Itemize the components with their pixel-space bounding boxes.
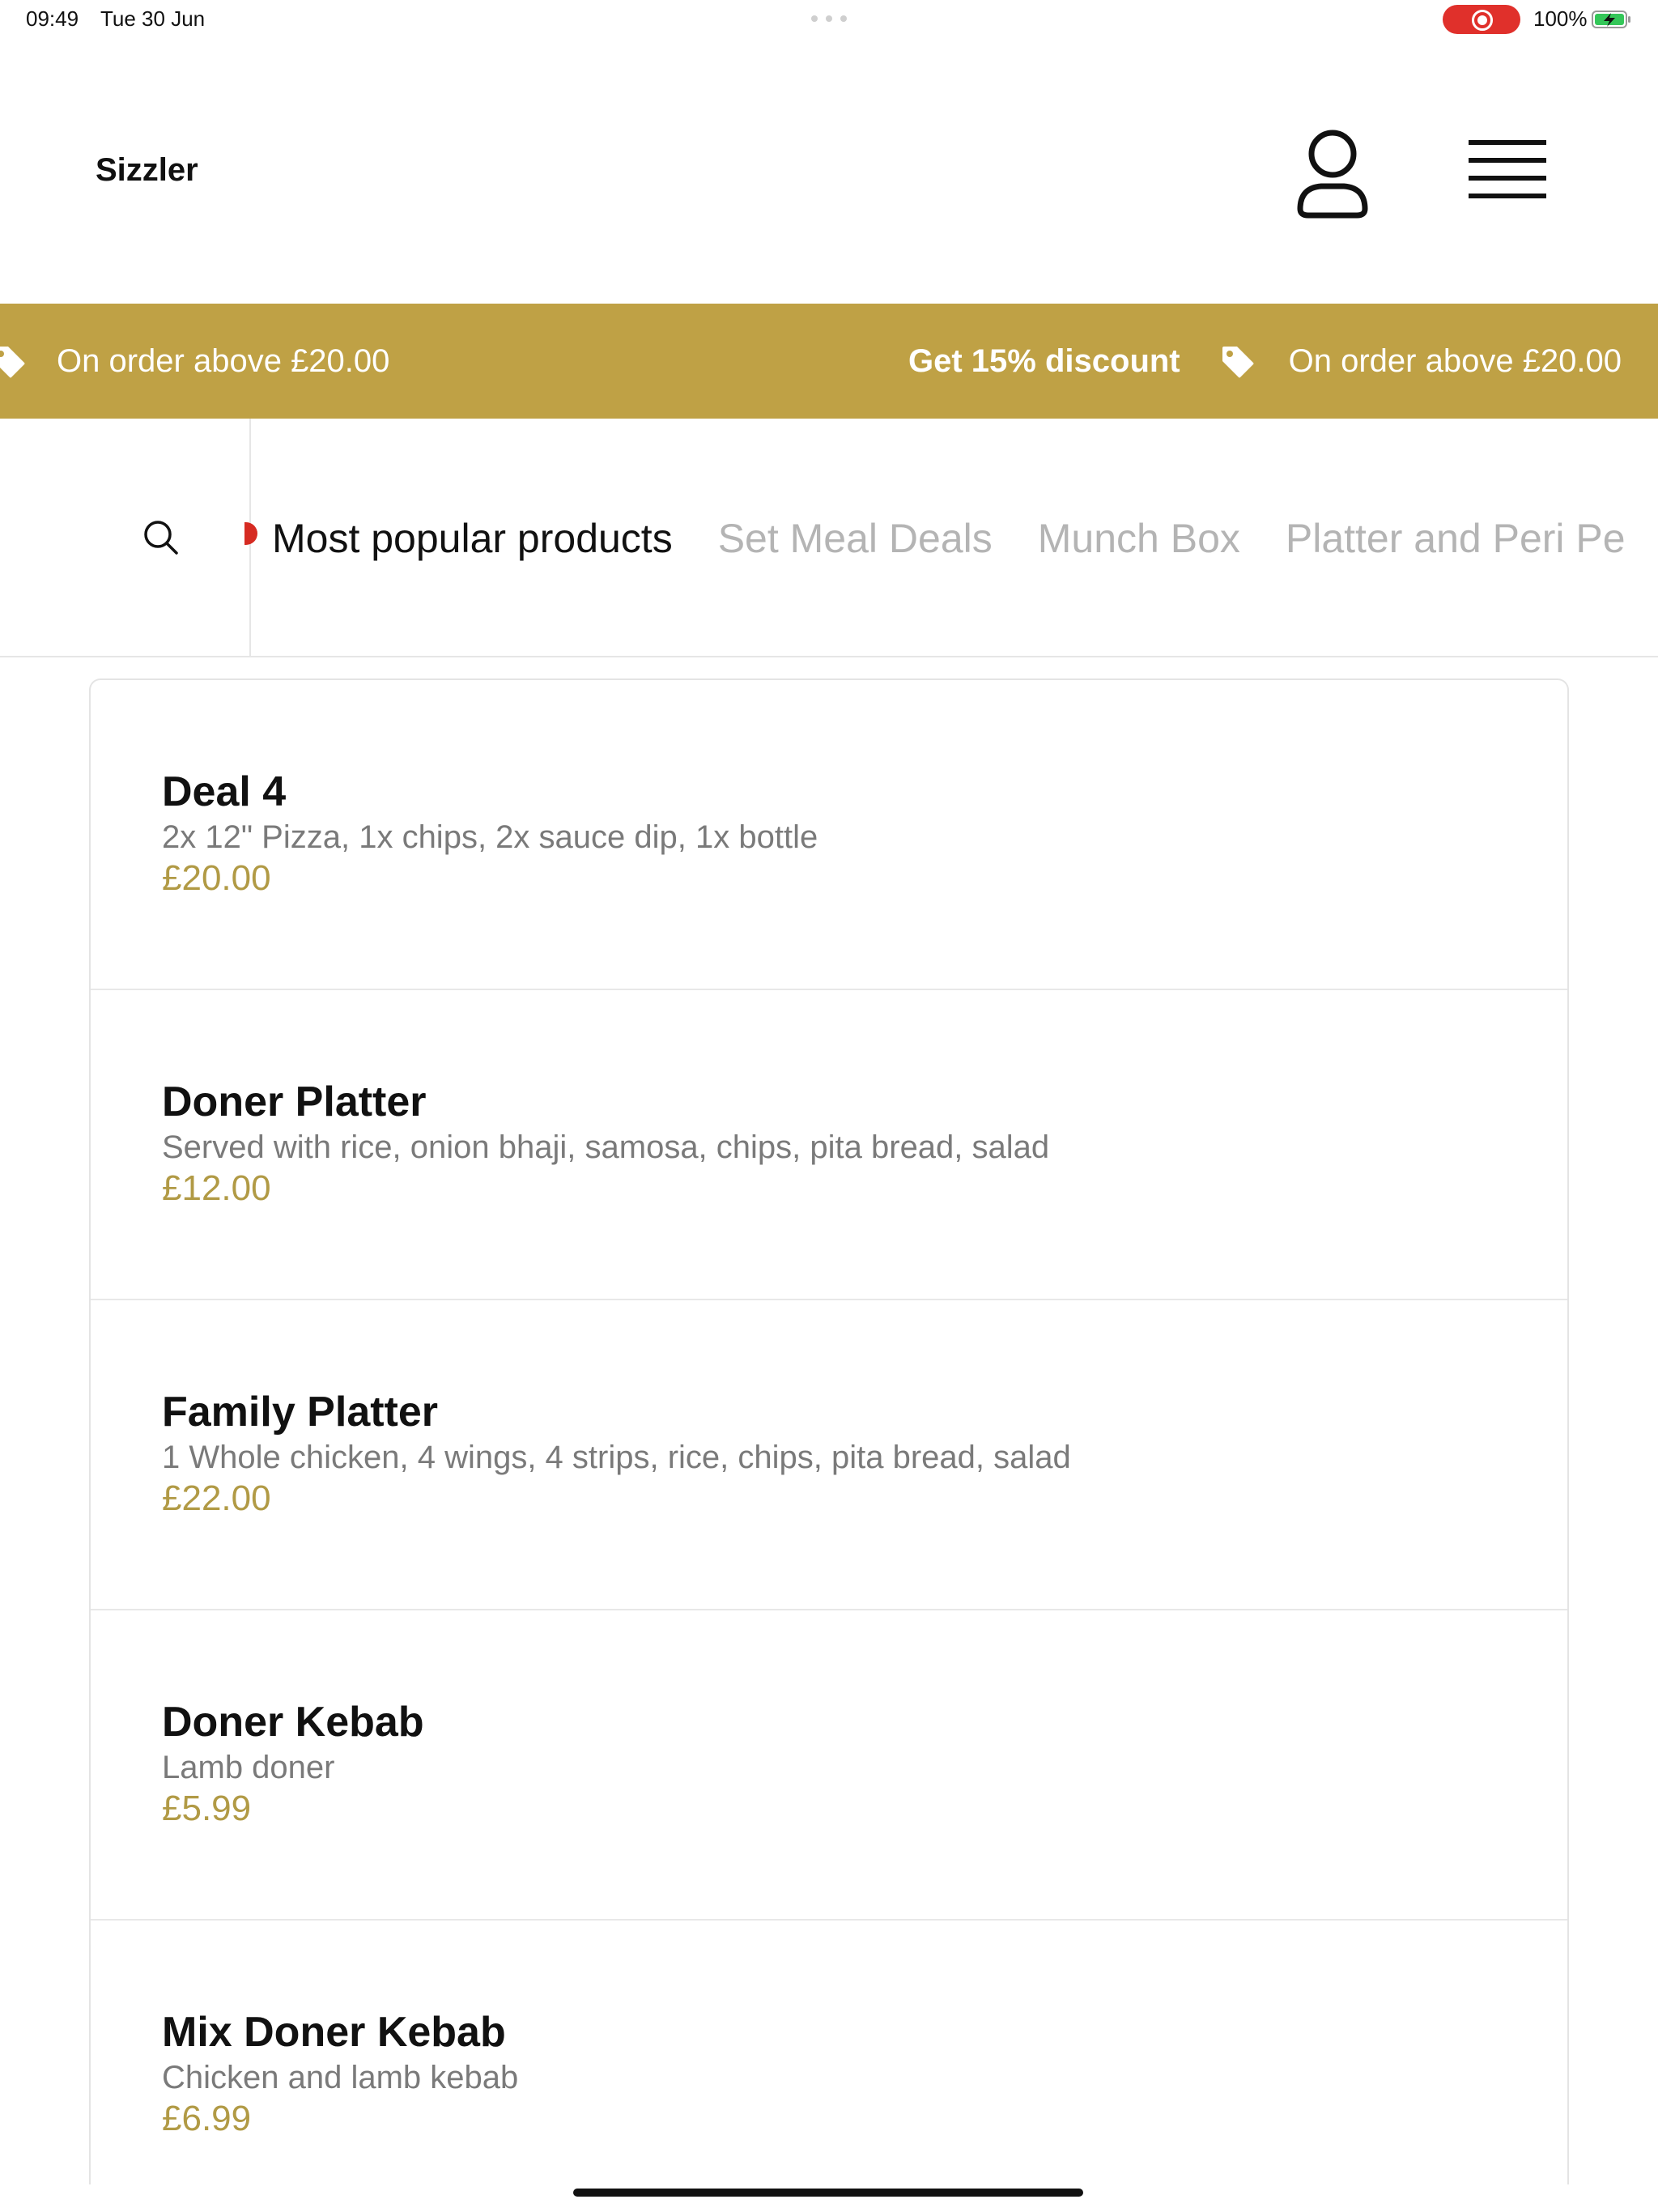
product-name: Doner Kebab <box>162 1699 424 1746</box>
product-list: Deal 4 2x 12" Pizza, 1x chips, 2x sauce … <box>89 678 1569 2184</box>
product-description: Chicken and lamb kebab <box>162 2060 519 2095</box>
tab-platter-and-peri-peri[interactable]: Platter and Peri Pe <box>1286 515 1626 562</box>
multitasking-dots-icon[interactable] <box>811 15 847 22</box>
product-description: 2x 12" Pizza, 1x chips, 2x sauce dip, 1x… <box>162 819 818 855</box>
home-indicator[interactable] <box>573 2189 1083 2197</box>
tab-munch-box[interactable]: Munch Box <box>1038 515 1240 562</box>
product-name: Doner Platter <box>162 1078 427 1125</box>
page: 09:49 Tue 30 Jun 100% Sizzler On order a… <box>0 0 1658 2212</box>
product-card[interactable]: Deal 4 2x 12" Pizza, 1x chips, 2x sauce … <box>91 680 1567 990</box>
price-tag-icon <box>0 347 25 378</box>
promo-left-text: On order above £20.00 <box>57 342 390 379</box>
account-button[interactable] <box>1292 125 1373 222</box>
tab-set-meal-deals[interactable]: Set Meal Deals <box>718 515 993 562</box>
product-description: Lamb doner <box>162 1750 335 1785</box>
promo-middle-text: Get 15% discount <box>908 342 1180 379</box>
person-outline-icon <box>1297 130 1368 219</box>
app-header: Sizzler <box>0 39 1658 304</box>
product-price: £6.99 <box>162 2099 252 2138</box>
status-time: 09:49 <box>26 6 79 31</box>
product-price: £5.99 <box>162 1789 252 1828</box>
product-price: £22.00 <box>162 1478 271 1518</box>
product-name: Mix Doner Kebab <box>162 2009 506 2056</box>
battery-charging-icon <box>1592 11 1630 28</box>
search-icon <box>144 521 178 555</box>
price-tag-icon <box>1222 347 1254 378</box>
product-price: £12.00 <box>162 1168 271 1208</box>
product-card[interactable]: Doner Platter Served with rice, onion bh… <box>91 990 1567 1300</box>
promo-right-text: On order above £20.00 <box>1288 342 1622 379</box>
product-name: Deal 4 <box>162 768 287 815</box>
promo-item-left: On order above £20.00 <box>0 304 389 419</box>
search-button[interactable] <box>0 419 251 656</box>
product-card[interactable]: Mix Doner Kebab Chicken and lamb kebab £… <box>91 1921 1567 2184</box>
status-bar: 09:49 Tue 30 Jun 100% <box>0 0 1658 39</box>
tab-most-popular-products[interactable]: Most popular products <box>272 515 673 562</box>
product-card[interactable]: Doner Kebab Lamb doner £5.99 <box>91 1610 1567 1921</box>
status-date: Tue 30 Jun <box>100 6 206 31</box>
battery-percentage: 100% <box>1533 6 1588 31</box>
product-description: Served with rice, onion bhaji, samosa, c… <box>162 1129 1050 1165</box>
category-tabs: Most popular products Set Meal Deals Mun… <box>272 419 1658 656</box>
brand-name[interactable]: Sizzler <box>96 152 198 189</box>
category-nav: Most popular products Set Meal Deals Mun… <box>0 419 1658 657</box>
promo-item-middle: Get 15% discount On order above £20.00 <box>908 304 1622 419</box>
screen-recording-indicator-icon[interactable] <box>1443 5 1520 34</box>
promo-banner: On order above £20.00 Get 15% discount O… <box>0 304 1658 419</box>
active-category-indicator <box>244 522 257 545</box>
product-price: £20.00 <box>162 858 271 898</box>
hamburger-menu-icon <box>1469 140 1546 198</box>
product-name: Family Platter <box>162 1389 439 1436</box>
menu-button[interactable] <box>1462 130 1553 211</box>
product-card[interactable]: Family Platter 1 Whole chicken, 4 wings,… <box>91 1300 1567 1610</box>
product-description: 1 Whole chicken, 4 wings, 4 strips, rice… <box>162 1440 1071 1475</box>
